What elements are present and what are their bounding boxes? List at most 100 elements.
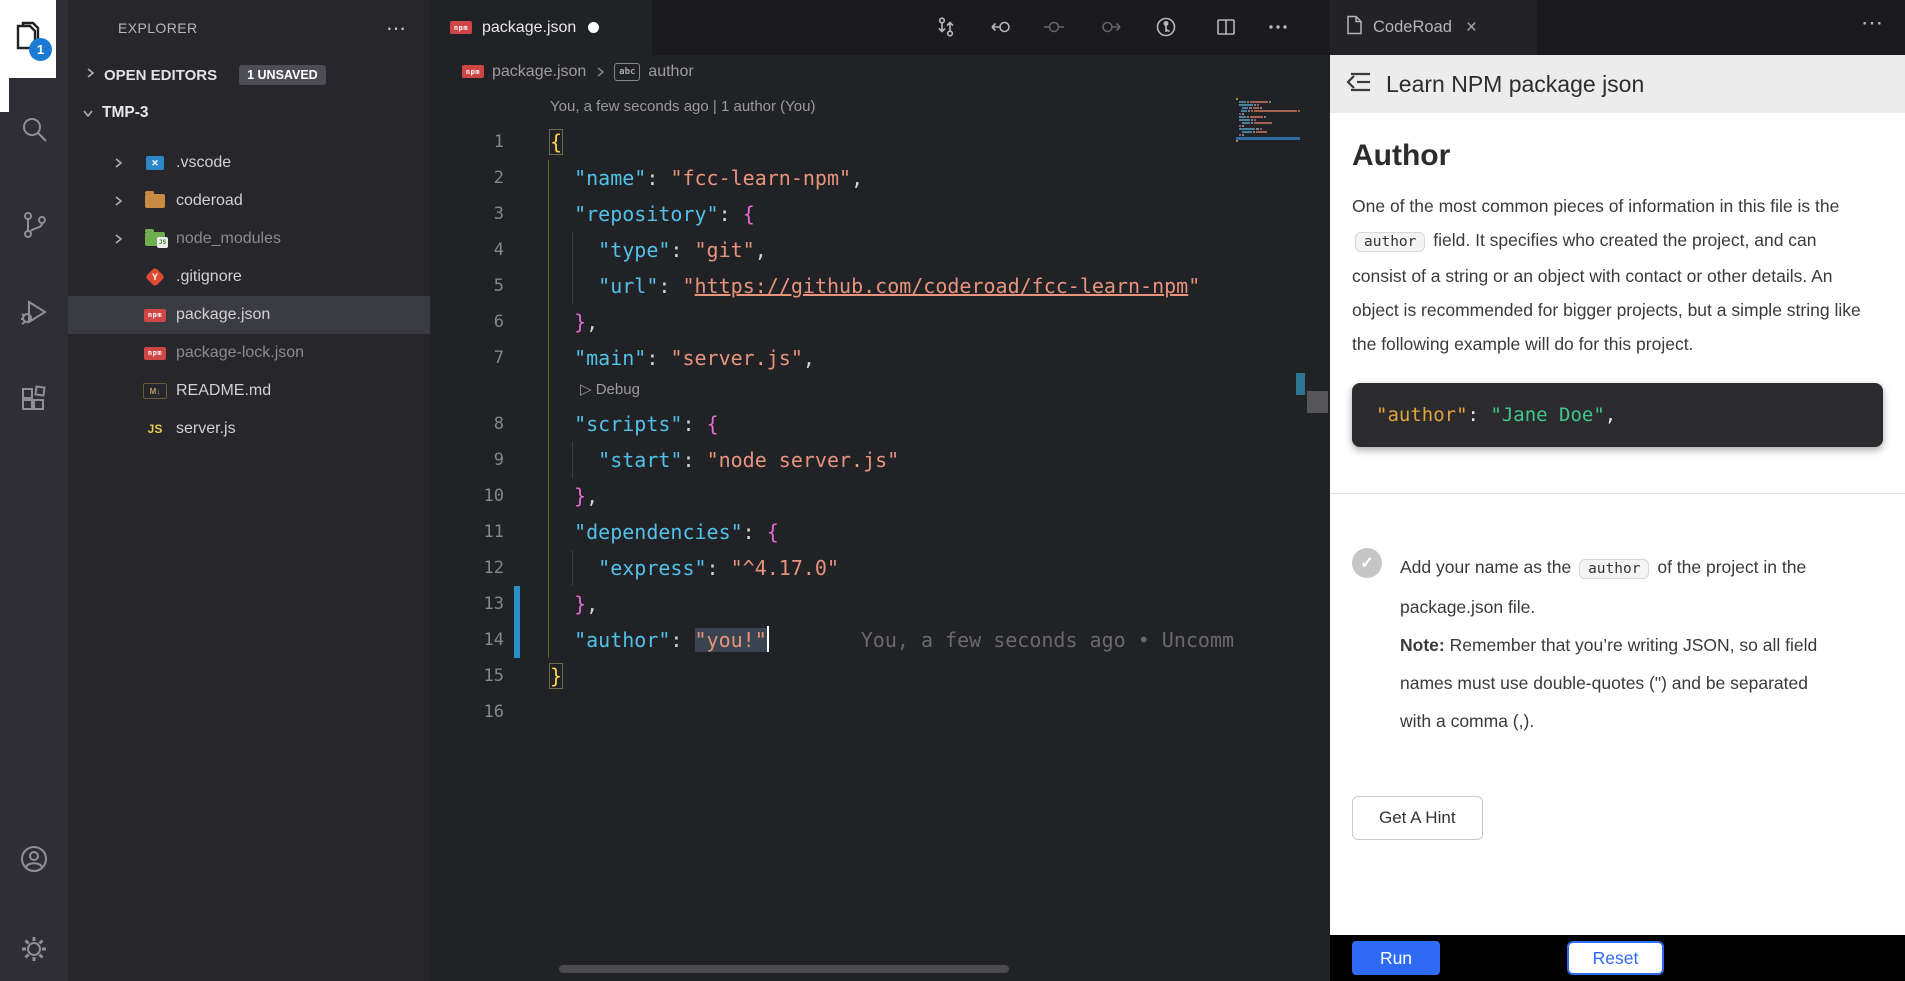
workspace-root-item[interactable]: TMP-3 [68, 94, 430, 132]
code-line[interactable]: 11 "dependencies": { [430, 514, 1330, 550]
task-item: ✓ Add your name as the author of the pro… [1352, 548, 1883, 740]
next-change-icon[interactable] [1100, 16, 1122, 38]
editor-tab-strip: npm package.json [430, 0, 1330, 55]
file-tree-item[interactable]: coderoad [68, 182, 430, 220]
vscode-folder-icon: ✕ [142, 156, 168, 170]
breadcrumb-file[interactable]: package.json [492, 63, 586, 81]
file-label: server.js [176, 420, 236, 438]
file-tree-item[interactable]: JS node_modules [68, 220, 430, 258]
dirty-indicator-icon[interactable] [588, 22, 599, 33]
tutorial-header: Learn NPM package json [1330, 55, 1905, 113]
markdown-icon: M↓ [142, 383, 168, 399]
file-tree-item[interactable]: ✕ .vscode [68, 144, 430, 182]
minimap[interactable] [1236, 98, 1300, 146]
commit-graph-icon[interactable] [1155, 16, 1177, 38]
chevron-right-icon [112, 195, 126, 207]
vertical-scrollbar[interactable] [1307, 391, 1328, 413]
file-tree-item[interactable]: M↓ README.md [68, 372, 430, 410]
previous-change-icon[interactable] [990, 16, 1012, 38]
coderoad-panel: CodeRoad × ⋯ Learn NPM package json Auth… [1330, 0, 1905, 981]
horizontal-scrollbar[interactable] [559, 965, 1009, 973]
node-folder-icon: JS [142, 232, 168, 246]
back-menu-icon[interactable] [1346, 69, 1372, 100]
file-tree: ✕ .vscode coderoad JS node_modules Y.gitignor… [68, 132, 430, 448]
settings-gear-icon[interactable] [17, 932, 51, 966]
open-editors-section[interactable]: OPEN EDITORS 1 UNSAVED [68, 56, 430, 94]
file-label: .vscode [176, 154, 231, 172]
split-editor-icon[interactable] [1215, 16, 1237, 38]
inline-blame: You, a few seconds ago • Uncomm [861, 628, 1234, 652]
code-line[interactable]: 3 "repository": { [430, 196, 1330, 232]
npm-icon: npm [142, 347, 168, 360]
activity-bar: 1 [0, 0, 68, 981]
codelens[interactable]: ▷ Debug [430, 376, 1330, 406]
editor-group: npm package.json [430, 0, 1330, 981]
file-icon [1346, 15, 1363, 40]
task-text: Add your name as the author of the proje… [1400, 548, 1820, 740]
file-label: package.json [176, 306, 270, 324]
source-control-icon[interactable] [17, 208, 51, 242]
tab-package-json[interactable]: npm package.json [430, 0, 652, 55]
sidebar-header: EXPLORER ⋯ [68, 0, 430, 56]
file-tree-item[interactable]: Y.gitignore [68, 258, 430, 296]
vscode-window: 1 EXPLORER ⋯ OPEN EDITORS 1 UNSA [0, 0, 1905, 981]
code-line[interactable]: 2 "name": "fcc-learn-npm", [430, 160, 1330, 196]
get-hint-button[interactable]: Get A Hint [1352, 796, 1483, 840]
npm-icon: npm [142, 309, 168, 322]
more-actions-icon[interactable] [1267, 16, 1289, 38]
tab-coderoad[interactable]: CodeRoad × [1330, 0, 1537, 55]
account-icon[interactable] [17, 842, 51, 876]
code-line[interactable]: 16 [430, 694, 1330, 730]
reset-button[interactable]: Reset [1567, 941, 1664, 975]
file-tree-item[interactable]: npm package.json [68, 296, 430, 334]
file-tree-item[interactable]: npmpackage-lock.json [68, 334, 430, 372]
codelens[interactable]: You, a few seconds ago | 1 author (You) [430, 94, 1330, 124]
inline-code: author [1579, 559, 1649, 579]
symbol-string-icon: abc [614, 63, 640, 81]
code-line[interactable]: 12 "express": "^4.17.0" [430, 550, 1330, 586]
tutorial-title: Learn NPM package json [1386, 71, 1644, 98]
panel-footer: Run Reset [1330, 935, 1905, 981]
chevron-right-icon [112, 157, 126, 169]
panel-tab-strip: CodeRoad × ⋯ [1330, 0, 1905, 55]
js-icon: JS [142, 422, 168, 436]
file-tree-item[interactable]: JS server.js [68, 410, 430, 448]
code-line[interactable]: 1{ [430, 124, 1330, 160]
chevron-right-icon [112, 233, 126, 245]
run-debug-icon[interactable] [17, 295, 51, 329]
search-icon[interactable] [17, 113, 51, 147]
chevron-right-icon [594, 65, 606, 79]
code-line[interactable]: 13 }, [430, 586, 1330, 622]
inline-code: author [1355, 232, 1425, 252]
chevron-right-icon [84, 66, 96, 84]
lesson-heading: Author [1352, 139, 1883, 173]
code-line[interactable]: 9 "start": "node server.js" [430, 442, 1330, 478]
code-line[interactable]: 5 "url": "https://github.com/coderoad/fc… [430, 268, 1330, 304]
current-change-icon[interactable] [1043, 16, 1065, 38]
code-line[interactable]: 14 "author": "you!"You, a few seconds ag… [430, 622, 1330, 658]
extensions-icon[interactable] [17, 383, 51, 417]
npm-icon: npm [450, 21, 472, 34]
close-icon[interactable]: × [1466, 17, 1477, 39]
run-button[interactable]: Run [1352, 941, 1440, 975]
explorer-activity-item[interactable]: 1 [0, 0, 56, 78]
code-line[interactable]: 7 "main": "server.js", [430, 340, 1330, 376]
code-line[interactable]: 6 }, [430, 304, 1330, 340]
open-changes-icon[interactable] [935, 16, 957, 38]
code-line[interactable]: 4 "type": "git", [430, 232, 1330, 268]
code-line[interactable]: 8 "scripts": { [430, 406, 1330, 442]
code-line[interactable]: 15} [430, 658, 1330, 694]
text-cursor [767, 626, 769, 652]
chevron-down-icon [82, 107, 94, 119]
file-label: coderoad [176, 192, 243, 210]
sidebar-more-actions-icon[interactable]: ⋯ [386, 16, 406, 41]
folder-icon [142, 194, 168, 208]
example-code-block: "author": "Jane Doe", [1352, 383, 1883, 447]
file-label: node_modules [176, 230, 281, 248]
breadcrumb-symbol[interactable]: author [648, 63, 693, 81]
file-label: README.md [176, 382, 271, 400]
file-label: .gitignore [176, 268, 242, 286]
panel-more-actions-icon[interactable]: ⋯ [1861, 10, 1883, 36]
code-editor[interactable]: You, a few seconds ago | 1 author (You)1… [430, 88, 1330, 981]
code-line[interactable]: 10 }, [430, 478, 1330, 514]
